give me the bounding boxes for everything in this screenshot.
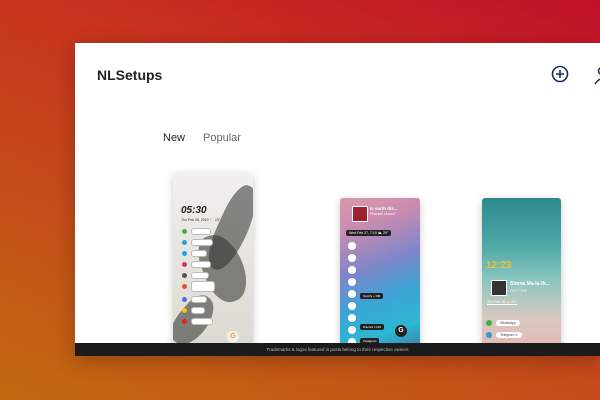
setup-card[interactable]: Is earth dis... Pharaoh Monch Wed Feb 27… (340, 198, 420, 348)
app-window: NLSetups New Popular 05:30 Thu Feb 28, 2… (75, 43, 600, 356)
app-shortcut (182, 227, 211, 235)
app-shortcut (182, 238, 213, 246)
date-widget: Wed Feb 27, 7:19 ⛅ 29° (346, 230, 392, 236)
app-label: WhatsApp (496, 320, 521, 326)
album-art (491, 280, 507, 296)
app-label (191, 295, 207, 303)
app-icon (348, 242, 356, 250)
app-label: Telegram X (496, 332, 522, 338)
song-artist: Pharaoh Monch (370, 212, 395, 216)
app-icon (348, 254, 356, 262)
footer-notice: Trademarks & logos featured in posts bel… (75, 343, 600, 356)
clock-widget: 12:23 (486, 260, 512, 271)
app-shortcut (182, 260, 211, 268)
instagram-icon (182, 261, 187, 267)
app-shortcut: WhatsApp (486, 320, 521, 326)
setup-card[interactable]: 05:30 Thu Feb 28, 2019 ⛅ 23° G (173, 173, 253, 348)
app-label (191, 306, 205, 314)
app-shortcut (182, 306, 205, 314)
telegram-icon (182, 239, 187, 245)
app-shortcut (182, 249, 207, 257)
album-art (352, 206, 368, 222)
widget-label: Spotify + DM (360, 293, 384, 299)
widget-label: Discord x DM (360, 324, 385, 330)
notes-icon (182, 307, 187, 313)
tab-new[interactable]: New (163, 132, 185, 144)
app-shortcut (182, 271, 209, 279)
google-icon[interactable]: G (395, 325, 407, 337)
app-title: NLSetups (97, 67, 163, 83)
telegram-icon (486, 332, 492, 338)
app-icon (348, 266, 356, 274)
song-title: Shona Ma-la-lh... (510, 281, 550, 287)
app-shortcut (182, 317, 213, 325)
app-icon (348, 290, 356, 298)
app-shortcut (182, 295, 207, 303)
app-icon (348, 302, 356, 310)
google-icon[interactable]: G (227, 331, 239, 343)
app-label (191, 227, 211, 235)
app-label (191, 317, 213, 325)
twitter-icon (182, 250, 187, 256)
app-label (191, 238, 213, 246)
song-artist: DOG TIME (510, 289, 528, 293)
app-label (191, 260, 211, 268)
song-title: Is earth dis... (370, 206, 398, 211)
app-icon (348, 326, 356, 334)
plus-circle-icon (551, 65, 569, 83)
tab-popular[interactable]: Popular (203, 132, 241, 144)
setup-card[interactable]: 12:23 Shona Ma-la-lh... DOG TIME Thu Feb… (482, 198, 561, 348)
whatsapp-icon (182, 228, 187, 234)
add-button[interactable] (551, 65, 569, 83)
app-shortcut (182, 280, 215, 292)
account-button[interactable] (593, 65, 600, 85)
gmail-icon (182, 283, 187, 289)
app-shortcut: Telegram X (486, 332, 522, 338)
app-label (191, 271, 209, 279)
youtube-icon (182, 318, 187, 324)
app-label (191, 280, 215, 292)
app-icon (348, 278, 356, 286)
user-icon (594, 67, 600, 85)
clock-widget: 05:30 (181, 205, 207, 216)
app-icon (348, 314, 356, 322)
date-widget: Thu Feb 28, 2019 ⛅ 23° (181, 218, 221, 222)
whatsapp-icon (486, 320, 492, 326)
app-label (191, 249, 207, 257)
discord-icon (182, 296, 187, 302)
date-widget: Thu Feb 28 ⛅ 29° (487, 300, 517, 305)
camera-icon (182, 272, 187, 278)
